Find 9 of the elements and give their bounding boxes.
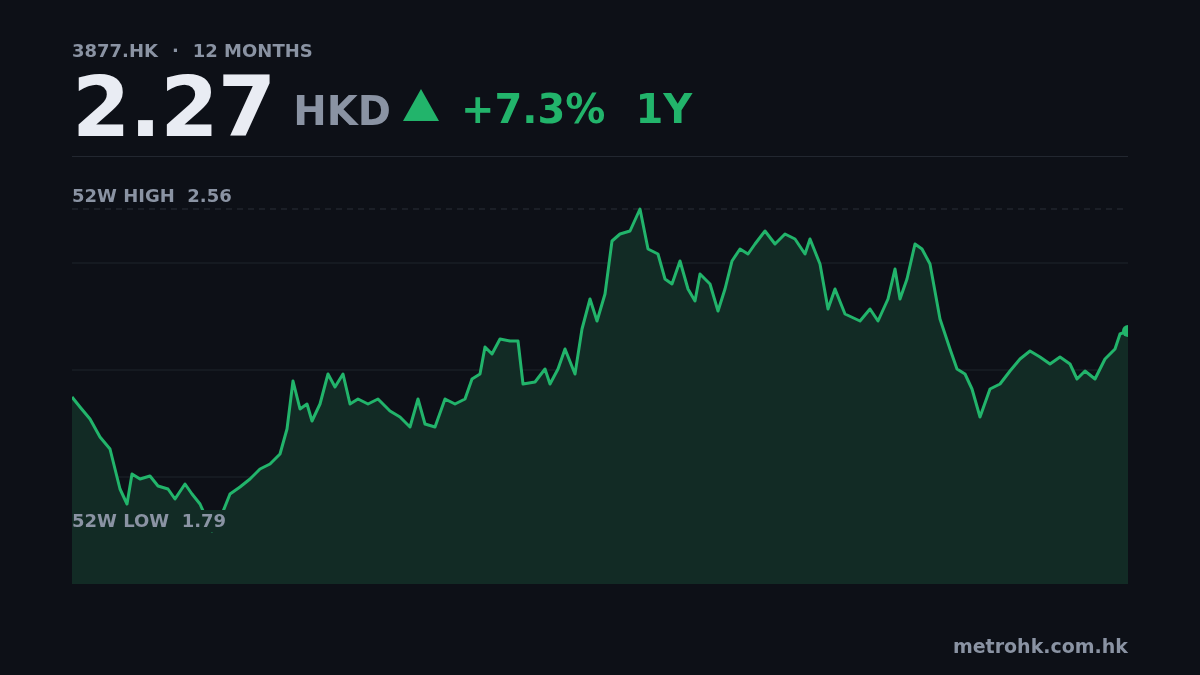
source-label: metrohk.com.hk [952,635,1128,657]
range-label: 1Y [635,86,693,132]
change-value: +7.3% [460,86,606,132]
currency-label: HKD [293,88,391,134]
separator-dot: · [171,39,179,61]
price-value: 2.27 [72,65,276,149]
ticker-label: 3877.HK [72,39,158,61]
high-label: 52W HIGH 2.56 [72,187,232,205]
period-label: 12 MONTHS [192,39,313,61]
